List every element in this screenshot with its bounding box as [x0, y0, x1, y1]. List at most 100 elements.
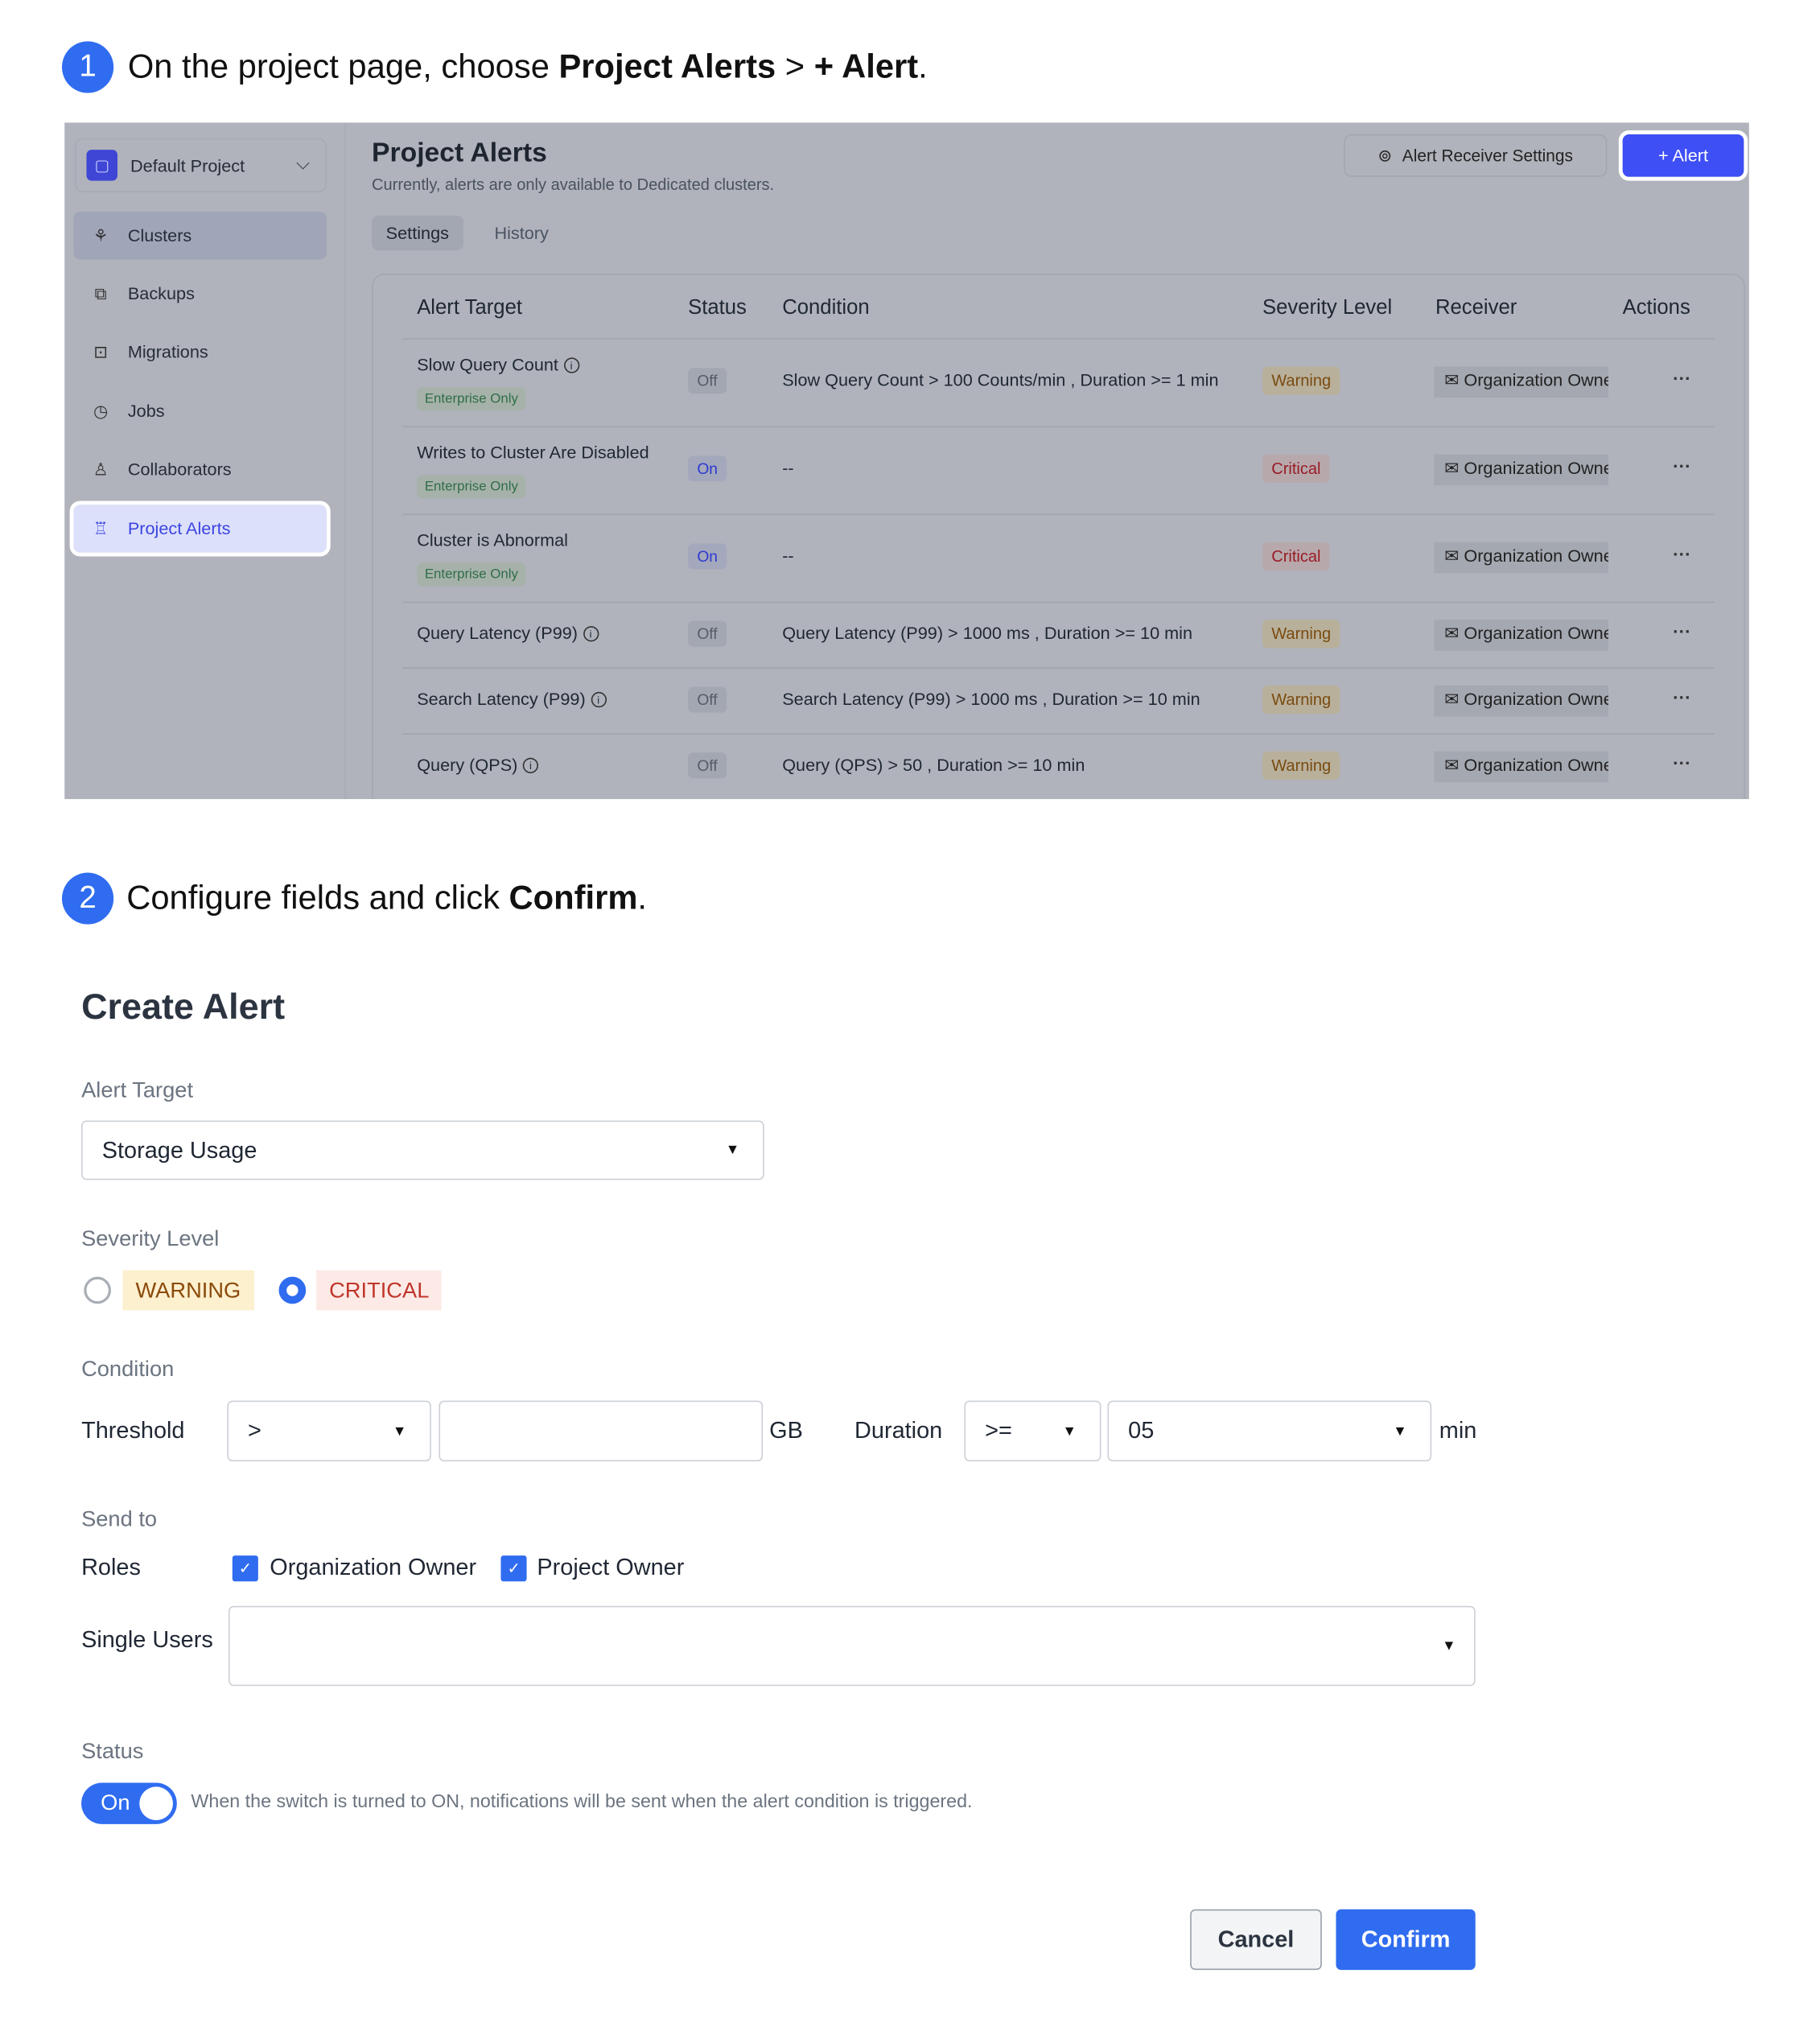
- alert-target-name: Query Latency (P99) i: [417, 623, 599, 642]
- collaborators-icon: ♙: [93, 459, 109, 479]
- warning-radio[interactable]: [84, 1276, 111, 1304]
- column-header: Status: [688, 296, 747, 319]
- condition-text: --: [782, 546, 794, 566]
- project-selector[interactable]: ▢ Default Project ⌵: [75, 138, 327, 193]
- folder-icon: ▢: [86, 150, 117, 181]
- receiver-chip: ✉ Organization Owner: [1434, 454, 1608, 486]
- caret-down-icon: ▼: [725, 1142, 740, 1159]
- project-owner-checkbox[interactable]: ✓: [500, 1555, 527, 1582]
- step-2-badge: 2: [62, 872, 114, 925]
- info-icon[interactable]: i: [522, 756, 539, 773]
- status-badge: Off: [688, 368, 727, 394]
- receiver-chip: ✉ Organization Owner: [1434, 750, 1608, 782]
- warning-tag[interactable]: WARNING: [122, 1270, 254, 1311]
- column-header: Condition: [782, 296, 870, 319]
- condition-text: Query (QPS) > 50 , Duration >= 10 min: [782, 754, 1085, 774]
- mail-icon: ✉: [1444, 546, 1464, 566]
- more-actions-button[interactable]: ···: [1673, 620, 1690, 641]
- page-title: Project Alerts: [372, 138, 547, 168]
- severity-badge: Critical: [1262, 454, 1330, 484]
- sidebar-item-jobs[interactable]: ◷ Jobs: [73, 387, 326, 435]
- duration-label: Duration: [854, 1417, 943, 1444]
- confirm-button[interactable]: Confirm: [1336, 1909, 1476, 1971]
- receiver-chip: ✉ Organization Owner: [1434, 619, 1608, 650]
- severity-badge: Warning: [1262, 685, 1340, 714]
- condition-text: Slow Query Count > 100 Counts/min , Dura…: [782, 370, 1219, 390]
- duration-unit: min: [1439, 1417, 1477, 1444]
- page-subtitle: Currently, alerts are only available to …: [372, 175, 775, 194]
- single-users-select[interactable]: ▼: [228, 1605, 1476, 1687]
- status-badge: Off: [688, 686, 727, 712]
- critical-tag[interactable]: CRITICAL: [316, 1270, 443, 1311]
- alert-receiver-settings-button[interactable]: ⊚ Alert Receiver Settings: [1344, 134, 1608, 177]
- enterprise-badge: Enterprise Only: [417, 387, 526, 411]
- sidebar-item-migrations[interactable]: ⊡ Migrations: [73, 328, 326, 375]
- alert-target-name: Writes to Cluster Are Disabled: [417, 443, 649, 463]
- alert-target-label: Alert Target: [81, 1077, 194, 1103]
- cancel-button[interactable]: Cancel: [1190, 1909, 1322, 1971]
- caret-down-icon: ▼: [392, 1423, 407, 1439]
- duration-operator-select[interactable]: >= ▼: [964, 1400, 1101, 1462]
- receiver-chip: ✉ Organization Owner: [1434, 685, 1608, 716]
- backups-icon: ⧉: [94, 283, 107, 303]
- divider: [402, 667, 1715, 669]
- sidebar-item-clusters[interactable]: ⚘ Clusters: [73, 212, 327, 260]
- column-header: Severity Level: [1262, 296, 1393, 319]
- enterprise-badge: Enterprise Only: [417, 475, 526, 499]
- info-icon[interactable]: i: [583, 625, 599, 641]
- gear-icon: ⊚: [1377, 145, 1392, 165]
- clusters-icon: ⚘: [93, 225, 109, 245]
- roles-label: Roles: [81, 1554, 141, 1580]
- column-header: Alert Target: [417, 296, 522, 319]
- condition-text: Search Latency (P99) > 1000 ms , Duratio…: [782, 688, 1200, 708]
- alert-target-name: Slow Query Count i: [417, 355, 579, 374]
- more-actions-button[interactable]: ···: [1673, 368, 1690, 389]
- more-actions-button[interactable]: ···: [1673, 543, 1690, 564]
- project-owner-label: Project Owner: [537, 1554, 685, 1580]
- threshold-input[interactable]: [439, 1400, 764, 1462]
- status-toggle[interactable]: On: [81, 1782, 177, 1824]
- info-icon[interactable]: i: [563, 357, 579, 373]
- enterprise-badge: Enterprise Only: [417, 562, 526, 587]
- send-to-label: Send to: [81, 1506, 158, 1531]
- migrations-icon: ⊡: [93, 341, 108, 361]
- form-title: Create Alert: [81, 986, 286, 1027]
- receiver-chip: ✉ Organization Owner: [1434, 366, 1608, 398]
- severity-badge: Warning: [1262, 750, 1340, 780]
- threshold-operator-select[interactable]: > ▼: [227, 1400, 431, 1462]
- severity-badge: Critical: [1262, 542, 1330, 571]
- status-badge: Off: [688, 752, 727, 778]
- condition-label: Condition: [81, 1357, 175, 1382]
- step-2-text: Configure fields and click Confirm.: [126, 877, 648, 917]
- sidebar-item-project-alerts[interactable]: ♖ Project Alerts: [69, 501, 331, 557]
- caret-down-icon: ▼: [1393, 1423, 1407, 1439]
- mail-icon: ✉: [1444, 370, 1464, 390]
- more-actions-button[interactable]: ···: [1673, 752, 1690, 773]
- status-hint: When the switch is turned to ON, notific…: [191, 1791, 973, 1813]
- divider: [402, 426, 1715, 428]
- duration-value-select[interactable]: 05 ▼: [1107, 1400, 1432, 1462]
- more-actions-button[interactable]: ···: [1673, 455, 1690, 476]
- more-actions-button[interactable]: ···: [1673, 686, 1690, 707]
- jobs-icon: ◷: [93, 401, 109, 421]
- sidebar-item-backups[interactable]: ⧉ Backups: [73, 270, 326, 317]
- info-icon[interactable]: i: [591, 691, 607, 707]
- organization-owner-label: Organization Owner: [270, 1554, 477, 1580]
- threshold-unit: GB: [769, 1417, 803, 1444]
- mail-icon: ✉: [1444, 623, 1464, 643]
- step-1-badge: 1: [62, 41, 114, 93]
- tab-settings[interactable]: Settings: [372, 215, 463, 251]
- critical-radio[interactable]: [278, 1276, 307, 1304]
- organization-owner-checkbox[interactable]: ✓: [232, 1555, 258, 1582]
- mail-icon: ✉: [1444, 458, 1464, 478]
- severity-badge: Warning: [1262, 619, 1340, 648]
- single-users-label: Single Users: [81, 1626, 213, 1653]
- add-alert-button[interactable]: + Alert: [1618, 130, 1748, 181]
- alert-target-select[interactable]: Storage Usage ▼: [81, 1120, 764, 1180]
- tab-history[interactable]: History: [480, 216, 563, 250]
- condition-text: Query Latency (P99) > 1000 ms , Duration…: [782, 623, 1193, 643]
- status-badge: Off: [688, 620, 727, 646]
- sidebar-item-collaborators[interactable]: ♙ Collaborators: [73, 445, 326, 492]
- receiver-chip: ✉ Organization Owner: [1434, 542, 1608, 574]
- toggle-knob: [139, 1786, 173, 1821]
